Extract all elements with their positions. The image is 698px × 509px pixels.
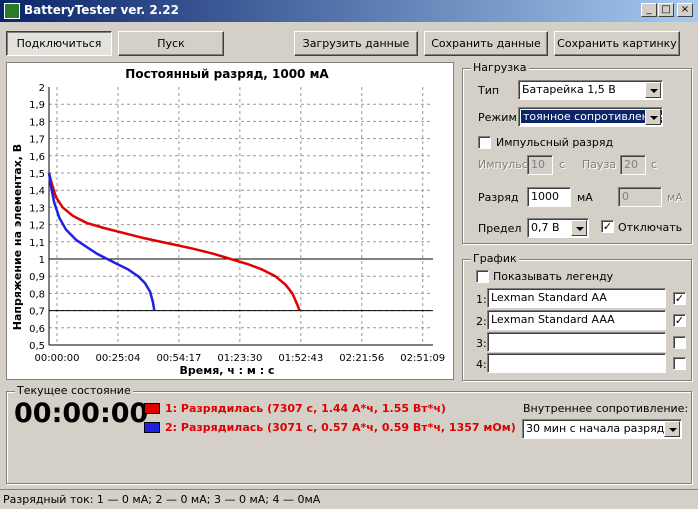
discharge2-field[interactable]: 0 [618,187,662,207]
chart-svg: Постоянный разряд, 1000 мА Время, ч : м … [11,67,445,377]
save-image-button[interactable]: Сохранить картинку [554,31,680,56]
chevron-down-icon[interactable] [571,220,587,236]
show-legend-label: Показывать легенду [493,270,614,283]
y-tick-label: 1 [39,255,45,266]
cutoff-label: Отключать [618,221,683,234]
chart-x-label: Время, ч : м : с [180,364,275,377]
pause-field[interactable]: 20 [620,155,646,175]
y-tick-label: 1,1 [29,238,45,249]
mode-select-value: тоянное сопротивление [521,110,663,123]
discharge-label: Разряд [478,191,519,204]
discharge-unit: мА [577,191,593,204]
graph-group-title: График [471,252,519,265]
series-row-2-num: 2: [476,315,487,328]
elapsed-time: 00:00:00 [14,398,149,429]
series-row-3-name[interactable] [487,332,666,352]
discharge-field[interactable]: 1000 [527,187,571,207]
app-icon [4,3,20,19]
pulse-label: Импульсный разряд [496,136,614,149]
resistance-select[interactable]: 30 мин с начала разряда [522,419,682,439]
type-select[interactable]: Батарейка 1,5 В [518,80,663,100]
impulse-label: Импульс [478,158,528,171]
pulse-checkbox[interactable] [478,136,491,149]
title-bar: BatteryTester ver. 2.22 _ □ × [0,0,698,22]
pause-label: Пауза [582,158,617,171]
y-tick-label: 0,7 [29,307,45,318]
impulse-field[interactable]: 10 [527,155,553,175]
y-tick-label: 0,8 [29,289,45,300]
impulse-unit: с [559,158,566,171]
x-tick-label: 00:00:00 [35,353,80,364]
chart-title: Постоянный разряд, 1000 мА [125,67,329,81]
connect-button[interactable]: Подключиться [6,31,112,56]
y-tick-label: 2 [39,83,45,94]
chart-y-label: Напряжение на элементах, В [11,144,24,330]
series-2-status: 2: Разрядилась (3071 с, 0.57 А*ч, 0.59 В… [165,421,516,434]
y-tick-label: 0,6 [29,324,45,335]
series-1-color-swatch [144,403,160,414]
chevron-down-icon[interactable] [645,109,661,125]
series-row-3-checkbox[interactable] [673,336,686,349]
series-row-4-num: 4: [476,358,487,371]
series-row-1-checkbox[interactable]: ✓ [673,292,686,305]
y-tick-label: 1,8 [29,117,45,128]
series-row-4-checkbox[interactable] [673,357,686,370]
cutoff-checkbox[interactable]: ✓ [601,220,614,233]
discharge2-unit: мА [667,191,683,204]
y-tick-label: 0,9 [29,272,45,283]
y-tick-label: 1,7 [29,135,45,146]
series-line-2 [47,172,156,311]
series-row-3-num: 3: [476,337,487,350]
load-group-title: Нагрузка [471,61,529,74]
y-tick-label: 1,9 [29,100,45,111]
chevron-down-icon[interactable] [645,82,661,98]
y-tick-label: 1,4 [29,186,45,197]
series-row-4-name[interactable] [487,353,666,373]
x-tick-label: 01:23:30 [217,353,262,364]
limit-label: Предел [478,222,522,235]
x-tick-label: 00:25:04 [95,353,140,364]
mode-select[interactable]: тоянное сопротивление [518,107,663,127]
series-1-status: 1: Разрядилась (7307 с, 1.44 А*ч, 1.55 В… [165,402,446,415]
y-tick-label: 0,5 [29,341,45,352]
series-row-1-name[interactable]: Lexman Standard AA [487,288,666,308]
resistance-label: Внутреннее сопротивление: [523,402,689,415]
status-text: Разрядный ток: 1 — 0 мА; 2 — 0 мА; 3 — 0… [3,493,321,506]
x-tick-label: 02:51:09 [400,353,445,364]
limit-select-value: 0,7 В [531,221,560,234]
series-row-2-name[interactable]: Lexman Standard AAA [487,310,666,330]
type-label: Тип [478,84,500,97]
save-data-button[interactable]: Сохранить данные [424,31,548,56]
x-tick-label: 00:54:17 [156,353,201,364]
x-tick-label: 01:52:43 [278,353,323,364]
show-legend-checkbox[interactable] [476,270,489,283]
state-group-title: Текущее состояние [15,384,133,397]
series-2-color-swatch [144,422,160,433]
series-row-2-checkbox[interactable]: ✓ [673,314,686,327]
x-tick-label: 02:21:56 [339,353,384,364]
chevron-down-icon[interactable] [664,421,680,437]
limit-select[interactable]: 0,7 В [527,218,589,238]
mode-label: Режим [478,111,517,124]
pause-unit: с [651,158,658,171]
resistance-select-value: 30 мин с начала разряда [526,422,672,435]
y-tick-label: 1,6 [29,152,45,163]
close-button[interactable]: × [677,3,693,17]
y-tick-label: 1,2 [29,221,45,232]
series-row-1-num: 1: [476,293,487,306]
y-tick-label: 1,3 [29,203,45,214]
status-bar: Разрядный ток: 1 — 0 мА; 2 — 0 мА; 3 — 0… [0,489,698,509]
maximize-button[interactable]: □ [658,3,674,17]
minimize-button[interactable]: _ [641,3,657,17]
window-title: BatteryTester ver. 2.22 [24,3,179,17]
type-select-value: Батарейка 1,5 В [522,83,616,96]
y-tick-label: 1,5 [29,169,45,180]
load-data-button[interactable]: Загрузить данные [294,31,418,56]
start-button[interactable]: Пуск [118,31,224,56]
discharge-chart: Постоянный разряд, 1000 мА Время, ч : м … [6,62,454,380]
